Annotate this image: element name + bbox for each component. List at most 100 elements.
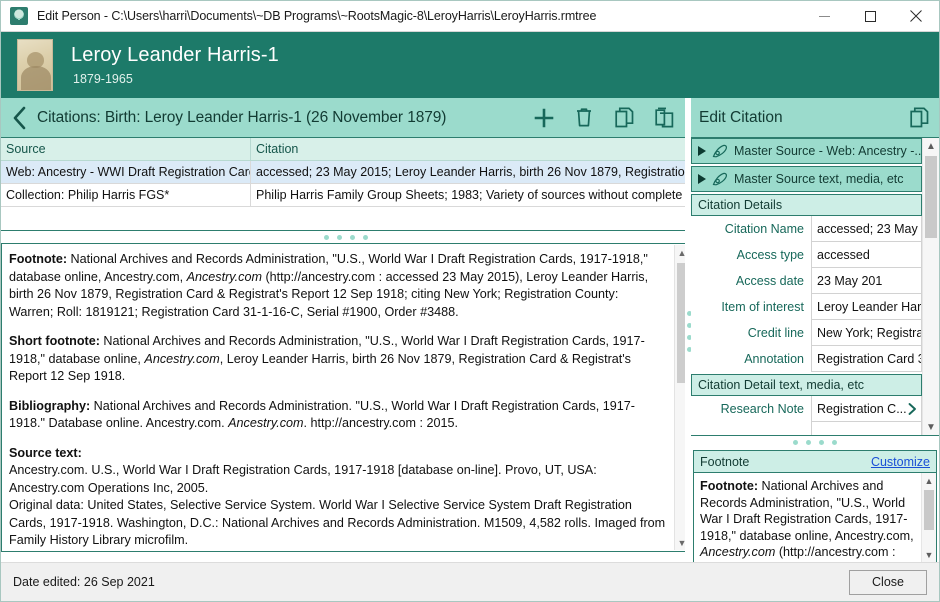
- triangle-right-icon[interactable]: [698, 146, 706, 156]
- tree-icon: [10, 7, 28, 25]
- scroll-down-icon[interactable]: ▼: [923, 419, 939, 435]
- edit-citation-header: Edit Citation: [691, 98, 939, 138]
- splitter-dot: [819, 440, 824, 445]
- access-type-field[interactable]: accessed: [811, 242, 922, 268]
- partial-field[interactable]: [811, 422, 922, 435]
- field-value: Registration C...: [817, 397, 907, 421]
- footnote-panel-body: Footnote: National Archives and Records …: [694, 473, 936, 562]
- footnote-panel-title: Footnote: [700, 455, 871, 469]
- citations-table: Source Citation Web: Ancestry - WWI Draf…: [1, 138, 691, 230]
- splitter-dot: [363, 235, 368, 240]
- field-value: accessed: [817, 243, 870, 267]
- field-label: Credit line: [691, 320, 811, 346]
- master-source-row[interactable]: Master Source - Web: Ancestry -...: [691, 138, 922, 164]
- trash-icon[interactable]: [573, 105, 595, 131]
- minimize-button[interactable]: [801, 1, 847, 32]
- citation-detail-text: Footnote: National Archives and Records …: [1, 244, 691, 552]
- footnote-preview-italic: Ancestry.com: [700, 545, 775, 559]
- edit-citation-scrollbar[interactable]: ▲ ▼: [922, 138, 939, 435]
- pen-icon[interactable]: [712, 144, 728, 158]
- citation-detail-media-label: Citation Detail text, media, etc: [698, 378, 864, 392]
- footnote-panel-header: Footnote Customize: [694, 451, 936, 473]
- scroll-down-icon[interactable]: ▼: [922, 547, 936, 562]
- avatar[interactable]: [17, 39, 53, 91]
- panel-splitter[interactable]: [691, 436, 939, 448]
- cell-source: Collection: Philip Harris FGS*: [1, 184, 251, 206]
- field-label: Research Note: [691, 396, 811, 422]
- scroll-up-icon[interactable]: ▲: [923, 138, 939, 154]
- field-row-citation-name: Citation Name accessed; 23 May 2: [691, 216, 922, 242]
- cell-citation: accessed; 23 May 2015; Leroy Leander Har…: [251, 161, 691, 183]
- citation-name-field[interactable]: accessed; 23 May 2: [811, 216, 922, 242]
- table-header-row: Source Citation: [1, 138, 691, 161]
- master-source-label: Master Source - Web: Ancestry -...: [734, 144, 922, 158]
- chevron-right-icon[interactable]: [907, 402, 922, 416]
- citation-details-label: Citation Details: [698, 198, 782, 212]
- bibliography-label: Bibliography:: [9, 399, 90, 413]
- maximize-button[interactable]: [847, 1, 893, 32]
- footnote-italic: Ancestry.com: [187, 270, 262, 284]
- access-date-field[interactable]: 23 May 201: [811, 268, 922, 294]
- footnote-preview-label: Footnote:: [700, 479, 758, 493]
- window-title: Edit Person - C:\Users\harri\Documents\~…: [37, 9, 596, 23]
- field-value: New York; Registrat: [817, 321, 922, 345]
- horizontal-splitter[interactable]: [1, 230, 691, 244]
- item-of-interest-field[interactable]: Leroy Leander Harri: [811, 294, 922, 320]
- edit-person-window: Edit Person - C:\Users\harri\Documents\~…: [0, 0, 940, 602]
- bibliography-text2: . http://ancestry.com : 2015.: [304, 416, 458, 430]
- annotation-field[interactable]: Registration Card 3: [811, 346, 922, 372]
- footnote-block: Footnote: National Archives and Records …: [9, 251, 666, 321]
- field-row-credit-line: Credit line New York; Registrat: [691, 320, 922, 346]
- bibliography-block: Bibliography: National Archives and Reco…: [9, 398, 666, 433]
- credit-line-field[interactable]: New York; Registrat: [811, 320, 922, 346]
- field-value: Leroy Leander Harri: [817, 295, 922, 319]
- chevron-left-icon[interactable]: [1, 98, 37, 138]
- splitter-dot: [337, 235, 342, 240]
- field-row-access-date: Access date 23 May 201: [691, 268, 922, 294]
- edit-citation-pane: Edit Citation Master Source - Web: Ances…: [691, 98, 939, 564]
- master-source-media-row[interactable]: Master Source text, media, etc: [691, 166, 922, 192]
- person-dates: 1879-1965: [73, 70, 279, 88]
- splitter-dot: [793, 440, 798, 445]
- scroll-up-icon[interactable]: ▲: [922, 473, 936, 488]
- citation-detail-scroll: Footnote: National Archives and Records …: [2, 244, 690, 552]
- field-value: Registration Card 3: [817, 347, 922, 371]
- date-edited-label: Date edited: 26 Sep 2021: [13, 575, 155, 589]
- field-row-annotation: Annotation Registration Card 3: [691, 346, 922, 372]
- copy-icon[interactable]: [910, 107, 929, 128]
- source-text-label: Source text:: [9, 445, 666, 463]
- triangle-right-icon[interactable]: [698, 174, 706, 184]
- bibliography-italic: Ancestry.com: [228, 416, 303, 430]
- short-footnote-label: Short footnote:: [9, 334, 100, 348]
- splitter-dot: [350, 235, 355, 240]
- citation-detail-media-header: Citation Detail text, media, etc: [691, 374, 922, 396]
- column-header-source[interactable]: Source: [1, 138, 251, 160]
- plus-icon[interactable]: [533, 105, 555, 131]
- citations-pane: Citations: Birth: Leroy Leander Harris-1…: [1, 98, 691, 564]
- table-row[interactable]: Collection: Philip Harris FGS* Philip Ha…: [1, 184, 691, 207]
- field-value: 23 May 201: [817, 269, 882, 293]
- paste-icon[interactable]: [653, 105, 675, 131]
- table-empty-row: [1, 207, 691, 230]
- footnote-panel: Footnote Customize Footnote: National Ar…: [693, 450, 937, 564]
- customize-link[interactable]: Customize: [871, 455, 930, 469]
- field-row-item-of-interest: Item of interest Leroy Leander Harri: [691, 294, 922, 320]
- edit-citation-title: Edit Citation: [699, 109, 910, 127]
- source-text-block: Source text:Ancestry.com. U.S., World Wa…: [9, 445, 666, 550]
- short-footnote-italic: Ancestry.com: [144, 352, 219, 366]
- scrollbar-thumb[interactable]: [924, 490, 934, 530]
- pen-icon[interactable]: [712, 172, 728, 186]
- splitter-dot: [324, 235, 329, 240]
- column-header-citation[interactable]: Citation: [251, 138, 691, 160]
- field-label: Access date: [691, 268, 811, 294]
- scrollbar-thumb[interactable]: [925, 156, 937, 238]
- copy-icon[interactable]: [613, 105, 635, 131]
- close-icon[interactable]: [893, 1, 939, 32]
- citations-title: Citations: Birth: Leroy Leander Harris-1…: [37, 109, 533, 127]
- short-footnote-block: Short footnote: National Archives and Re…: [9, 333, 666, 386]
- close-button[interactable]: Close: [849, 570, 927, 595]
- footnote-preview-text: Footnote: National Archives and Records …: [694, 473, 936, 562]
- table-row[interactable]: Web: Ancestry - WWI Draft Registration C…: [1, 161, 691, 184]
- research-note-field[interactable]: Registration C...: [811, 396, 922, 422]
- footnote-scrollbar[interactable]: ▲ ▼: [921, 473, 936, 562]
